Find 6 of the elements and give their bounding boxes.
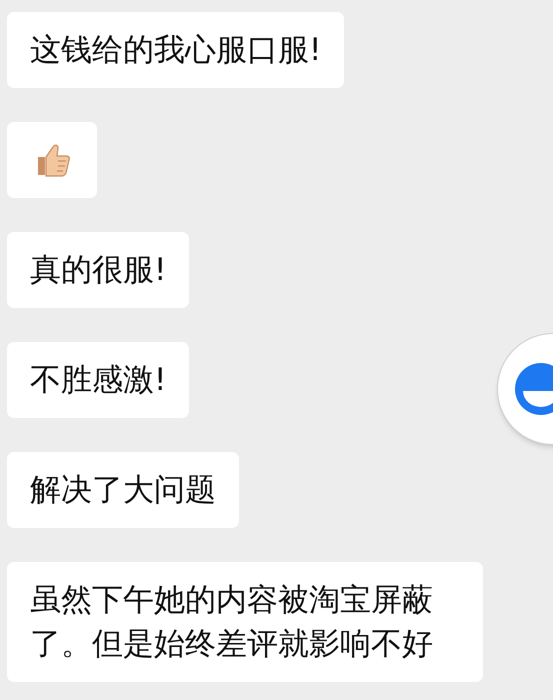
message-bubble: 虽然下午她的内容被淘宝屏蔽了。但是始终差评就影响不好 (7, 562, 483, 682)
message-bubble: 不胜感激! (7, 342, 190, 418)
message-bubble: 真的很服! (7, 232, 190, 308)
message-bubble: 解决了大问题 (7, 452, 239, 528)
message-bubble: 这钱给的我心服口服! (7, 12, 344, 88)
smile-icon (515, 363, 553, 415)
